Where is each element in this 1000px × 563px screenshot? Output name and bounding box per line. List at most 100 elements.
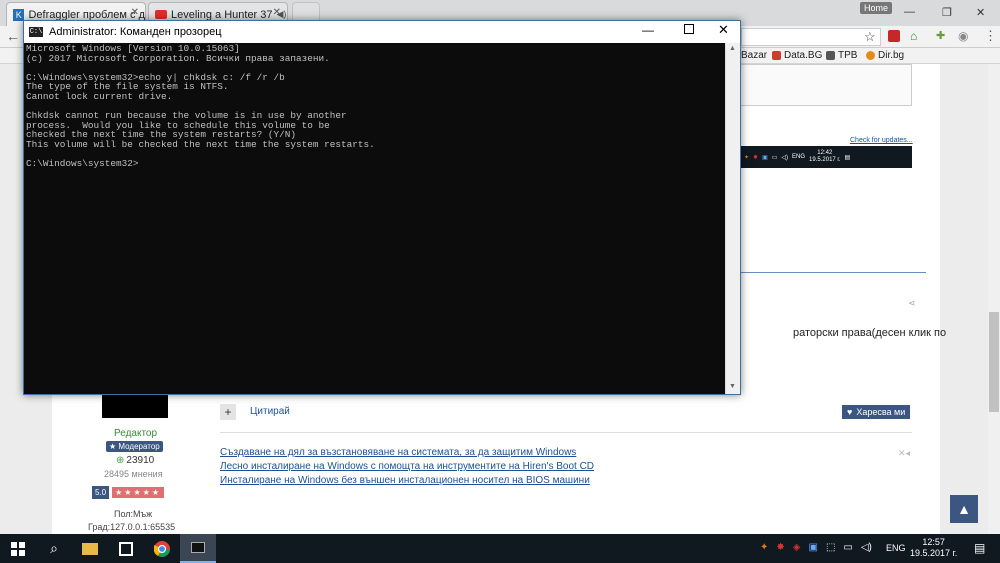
related-link[interactable]: Лесно инсталиране на Windows с помощта н… [220,461,594,472]
maximize-icon[interactable]: ❐ [942,6,952,19]
scroll-down-icon[interactable]: ▼ [729,383,736,390]
cmd-icon: C:\ [29,27,43,37]
volume-icon[interactable]: ◁) [861,542,872,553]
bookmark-bazar[interactable]: Bazar [741,50,767,61]
reputation: ⊕ 23910 [116,455,154,466]
user-gender: Пол:Мъж [114,509,153,519]
back-icon[interactable]: ← [6,28,20,44]
address-bar[interactable] [741,28,881,46]
tab-title: Defraggler проблем с д [28,8,145,21]
tray-icon: ✦ [744,154,750,161]
bookmark-star-icon[interactable]: ☆ [864,29,876,45]
youtube-icon [155,10,167,19]
check-updates-link[interactable]: Check for updates... [850,137,913,144]
extension-icon[interactable] [888,30,900,42]
like-label: Харесва ми [856,407,906,417]
tray-icon[interactable]: ✸ [776,542,784,553]
notification-icon: ▤ [844,154,851,161]
cmd-taskbar-icon[interactable] [180,534,216,563]
cmd-output[interactable]: Microsoft Windows [Version 10.0.15063] (c… [24,43,724,394]
tab-title: Leveling a Hunter 37 [171,8,273,21]
tray-icon[interactable]: ◈ [793,542,801,553]
language-indicator[interactable]: ENG [886,543,906,553]
cmd-line: Cannot lock current drive. [26,90,173,102]
scroll-up-icon[interactable]: ▲ [729,45,736,52]
quote-plus-button[interactable]: + [220,404,236,420]
bookmark-label: Data.BG [784,50,823,61]
windows-taskbar: ⌕ ✦ ✸ ◈ ▣ ⬚ ▭ ◁) ENG 12:57 19.5.2017 г. … [0,534,1000,563]
rating-stars: ★★★★★ [112,487,164,498]
cmd-line: C:\Windows\system32> [26,158,139,170]
start-button[interactable] [0,534,36,563]
post-count: 28495 мнения [104,469,163,479]
home-icon[interactable]: ⌂ [910,29,917,43]
tray-icon[interactable]: ▣ [808,542,817,553]
post-text: раторски права(десен клик по [793,327,947,339]
tray-icon[interactable]: ⬚ [826,542,835,553]
chrome-icon[interactable] [144,534,180,563]
bookmark-tpb[interactable]: TPB [826,50,857,61]
close-ad-icon[interactable]: ✕◂ [898,448,910,459]
notification-icon[interactable]: ▤ [974,541,985,555]
databg-icon [772,51,781,60]
extension-icon[interactable]: ◉ [958,29,968,43]
cmd-line: This volume will be checked the next tim… [26,138,375,150]
rating-value: 5.0 [92,486,110,499]
related-link[interactable]: Създаване на дял за възстановяване на си… [220,447,576,458]
cmd-title: Administrator: Команден прозорец [49,26,222,38]
user-role: Редактор [114,428,158,439]
close-tab-icon[interactable]: ✕ [273,7,281,18]
quote-link[interactable]: Цитирай [250,406,290,417]
system-tray: ✦ ✸ ◈ ▣ ⬚ ▭ ◁) [760,542,872,553]
cmd-line: (c) 2017 Microsoft Corporation. Всички п… [26,52,330,64]
network-icon[interactable]: ▭ [843,542,852,553]
command-prompt-window[interactable]: C:\ Administrator: Команден прозорец — ✕… [23,20,741,395]
scrollbar-thumb[interactable] [989,312,999,412]
avatar [102,394,168,418]
close-tab-icon[interactable]: ✕ [131,7,139,18]
extension-icon[interactable]: ✚ [936,29,945,42]
divider [220,432,912,433]
cmd-title-bar[interactable]: C:\ Administrator: Команден прозорец — ✕ [24,21,740,43]
minimize-icon[interactable]: — [904,6,915,18]
clock-date: 19.5.2017 г. [910,548,958,558]
tray-icon: ✸ [753,154,759,161]
bookmark-label: TPB [838,50,858,61]
menu-icon[interactable]: ⋮ [984,28,997,44]
search-icon[interactable]: ⌕ [36,534,72,563]
heart-icon: ♥ [847,407,853,417]
close-window-icon[interactable]: ✕ [718,22,729,38]
tray-icon: ◁) [781,154,789,161]
user-rating: 5.0 ★★★★★ [92,486,164,499]
tray-icon: ▭ [771,154,778,161]
maximize-icon[interactable] [684,24,694,34]
minimize-icon[interactable]: — [642,23,654,37]
related-link[interactable]: Инсталиране на Windows без външен инстал… [220,475,590,486]
share-icon[interactable]: ⋖ [908,298,916,309]
tray-icon: ▣ [762,154,768,161]
like-button[interactable]: ♥ Харесва ми [842,405,911,419]
clock[interactable]: 12:57 19.5.2017 г. [910,537,957,559]
store-icon[interactable] [108,534,144,563]
scroll-top-button[interactable]: ▲ [950,495,978,523]
windows-logo-icon [11,541,25,556]
profile-badge[interactable]: Home [860,2,893,14]
embedded-time: 12:42 [817,150,833,156]
cmd-scrollbar[interactable]: ▲ ▼ [725,43,740,394]
dirbg-icon [866,51,875,60]
embedded-taskbar: ✦ ✸ ▣ ▭ ◁) ENG 12:42 19.5.2017 г. ▤ [740,146,912,168]
embedded-clock: 12:42 19.5.2017 г. [809,150,840,164]
moderator-badge: ★ Модератор [106,441,163,452]
bookmark-dirbg[interactable]: Dir.bg [866,50,904,61]
bookmark-databg[interactable]: Data.BG [772,50,822,61]
tray-icon[interactable]: ✦ [760,542,768,553]
user-city: Град:127.0.0.1:65535 [88,522,176,532]
site-favicon-icon: K [13,8,25,21]
embedded-screenshot-panel [740,64,912,106]
file-explorer-icon[interactable] [72,534,108,563]
close-window-icon[interactable]: ✕ [976,6,985,19]
divider [740,272,926,273]
embedded-date: 19.5.2017 г. [809,157,841,163]
page-scrollbar[interactable] [988,64,1000,534]
embedded-lang: ENG [792,154,806,160]
